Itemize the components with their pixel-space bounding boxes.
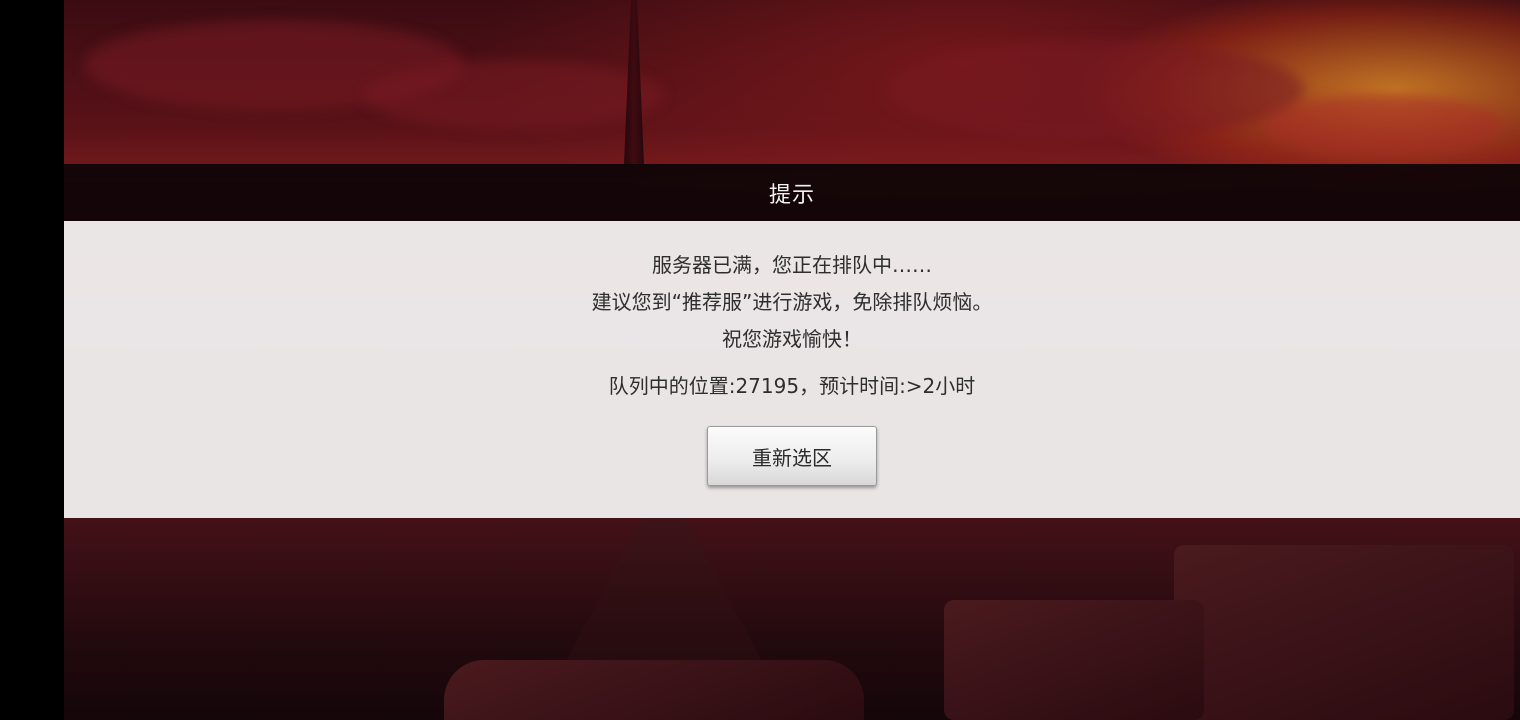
dialog-title: 提示 bbox=[768, 182, 815, 208]
cloud bbox=[1264, 95, 1504, 155]
message-line: 祝您游戏愉快！ bbox=[722, 327, 862, 351]
message-line: 建议您到“推荐服”进行游戏，免除排队烦恼。 bbox=[591, 290, 993, 314]
rock-formation bbox=[444, 660, 864, 720]
message-line: 服务器已满，您正在排队中…… bbox=[652, 253, 932, 277]
rock-formation bbox=[1174, 545, 1514, 720]
game-screen: 提示 服务器已满，您正在排队中…… 建议您到“推荐服”进行游戏，免除排队烦恼。 … bbox=[0, 0, 1520, 720]
dialog-title-bar: 提示 bbox=[64, 164, 1520, 221]
dialog-panel: 服务器已满，您正在排队中…… 建议您到“推荐服”进行游戏，免除排队烦恼。 祝您游… bbox=[64, 221, 1520, 518]
queue-status-text: 队列中的位置:27195，预计时间:>2小时 bbox=[608, 374, 976, 398]
reselect-server-button[interactable]: 重新选区 bbox=[707, 426, 877, 486]
reselect-server-button-label: 重新选区 bbox=[752, 445, 832, 470]
cloud bbox=[364, 60, 664, 130]
cloud bbox=[884, 40, 1304, 140]
rock-formation bbox=[944, 600, 1204, 720]
left-black-bar bbox=[0, 0, 64, 720]
